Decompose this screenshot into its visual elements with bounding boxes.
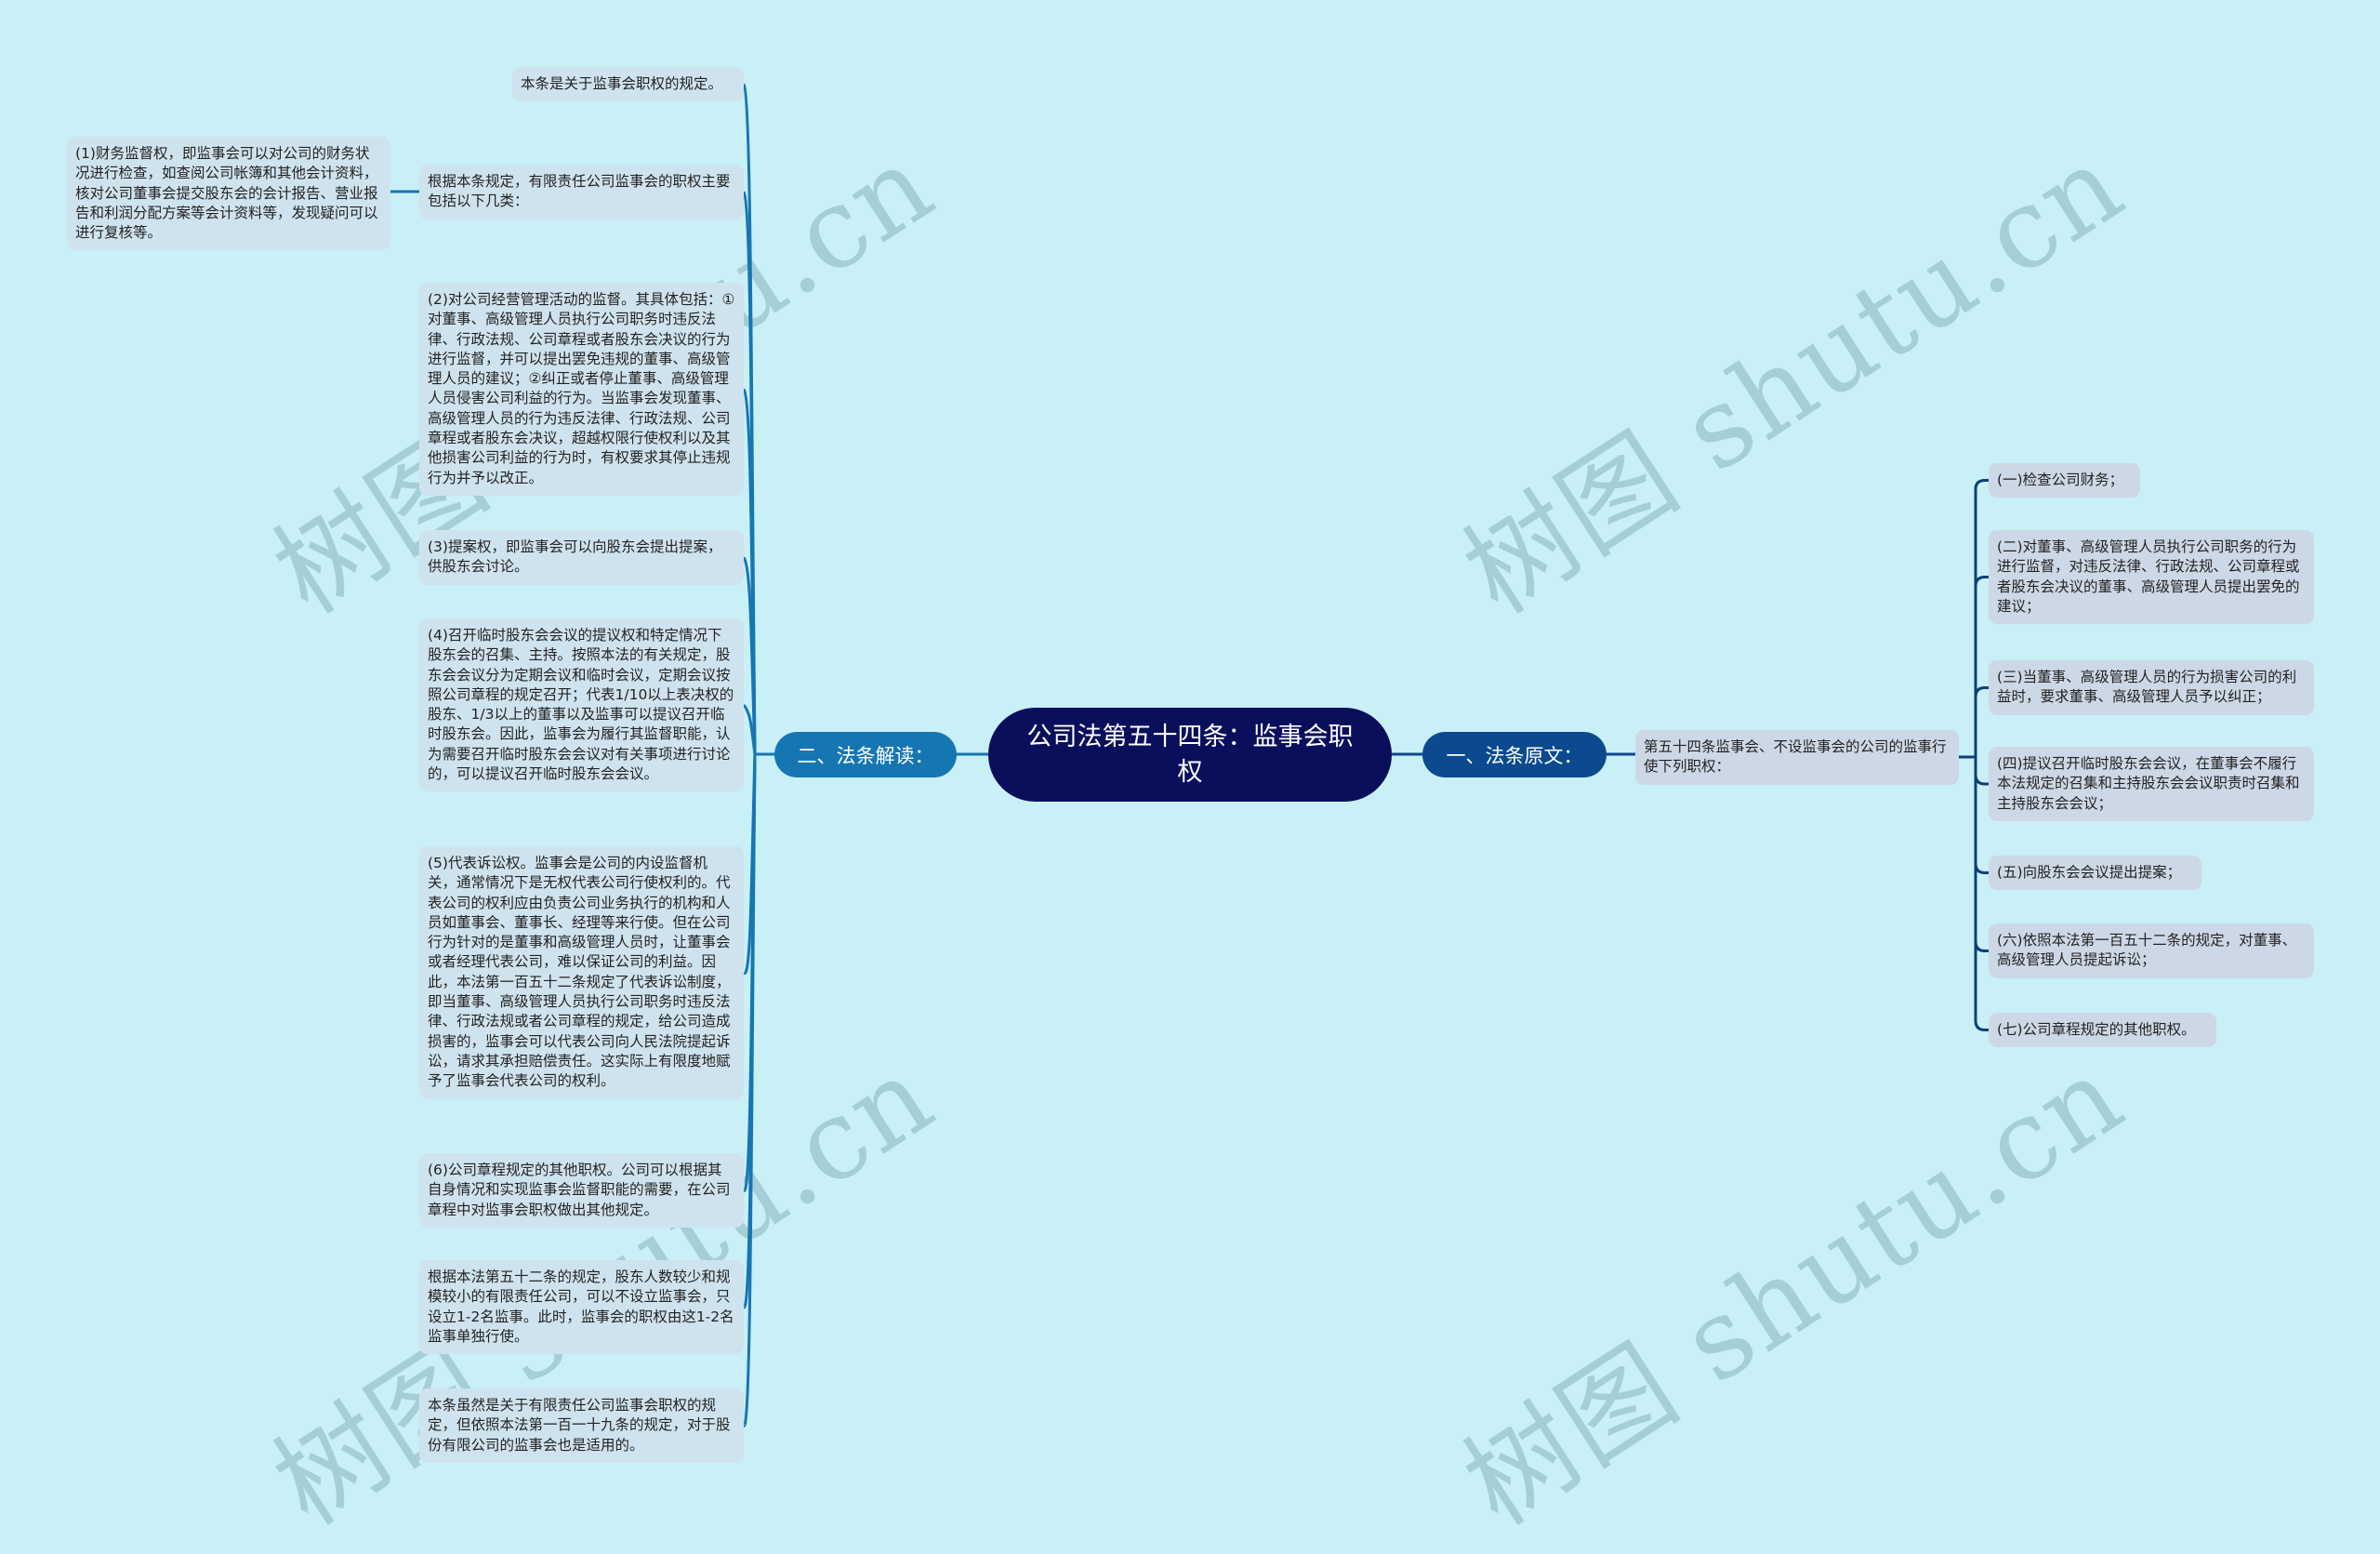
interpretation-item-text: 根据本法第五十二条的规定，股东人数较少和规模较小的有限责任公司，可以不设立监事会… <box>428 1268 734 1345</box>
law-item[interactable]: (五)向股东会会议提出提案； <box>1989 856 2202 891</box>
connector-left-item <box>742 753 757 1192</box>
law-item[interactable]: (四)提议召开临时股东会会议，在董事会不履行本法规定的召集和主持股东会会议职责时… <box>1989 747 2314 821</box>
law-text-node[interactable]: 第五十四条监事会、不设监事会的公司的监事行使下列职权： <box>1635 730 1959 785</box>
law-item[interactable]: (一)检查公司财务； <box>1989 463 2140 498</box>
interpretation-item-text: (3)提案权，即监事会可以向股东会提出提案，供股东会讨论。 <box>428 538 722 576</box>
interpretation-item[interactable]: 根据本法第五十二条的规定，股东人数较少和规模较小的有限责任公司，可以不设立监事会… <box>419 1260 744 1355</box>
law-item-text: (四)提议召开临时股东会会议，在董事会不履行本法规定的召集和主持股东会会议职责时… <box>1997 755 2300 812</box>
law-item-text: (六)依照本法第一百五十二条的规定，对董事、高级管理人员提起诉讼； <box>1997 932 2297 969</box>
interpretation-item-text: 本条虽然是关于有限责任公司监事会职权的规定，但依照本法第一百一十九条的规定，对于… <box>428 1397 731 1454</box>
interpretation-item[interactable]: (5)代表诉讼权。监事会是公司的内设监督机关，通常情况下是无权代表公司行使权利的… <box>419 846 744 1099</box>
connector-left-item <box>742 556 757 755</box>
sub-item-financial-supervision[interactable]: (1)财务监督权，即监事会可以对公司的财务状况进行检查，如查阅公司帐簿和其他会计… <box>67 137 390 251</box>
law-item[interactable]: (七)公司章程规定的其他职权。 <box>1989 1013 2216 1048</box>
interpretation-item[interactable]: 根据本条规定，有限责任公司监事会的职权主要包括以下几类： <box>419 165 744 219</box>
interpretation-item[interactable]: 本条是关于监事会职权的规定。 <box>512 67 744 102</box>
connector-left-item <box>742 83 757 755</box>
law-item[interactable]: (二)对董事、高级管理人员执行公司职务的行为进行监督，对违反法律、行政法规、公司… <box>1989 530 2314 625</box>
interpretation-item[interactable]: (4)召开临时股东会会议的提议权和特定情况下股东会的召集、主持。按照本法的有关规… <box>419 618 744 792</box>
law-item-text: (二)对董事、高级管理人员执行公司职务的行为进行监督，对违反法律、行政法规、公司… <box>1997 538 2300 615</box>
connector-right-item <box>1974 479 1989 757</box>
interpretation-item-text: (6)公司章程规定的其他职权。公司可以根据其自身情况和实现监事会监督职能的需要，… <box>428 1162 731 1218</box>
interpretation-item[interactable]: 本条虽然是关于有限责任公司监事会职权的规定，但依照本法第一百一十九条的规定，对于… <box>419 1388 744 1463</box>
root-node[interactable]: 公司法第五十四条：监事会职权 <box>988 708 1392 802</box>
interpretation-item-text: (2)对公司经营管理活动的监督。其具体包括：①对董事、高级管理人员执行公司职务时… <box>428 291 735 486</box>
interpretation-item-text: (4)召开临时股东会会议的提议权和特定情况下股东会的召集、主持。按照本法的有关规… <box>428 627 734 783</box>
connector-left-item <box>742 388 757 755</box>
branch-interpretation-label: 二、法条解读： <box>797 744 934 767</box>
interpretation-item-text: 根据本条规定，有限责任公司监事会的职权主要包括以下几类： <box>428 173 731 210</box>
law-item[interactable]: (六)依照本法第一百五十二条的规定，对董事、高级管理人员提起诉讼； <box>1989 923 2314 978</box>
connector-left-item <box>742 191 757 755</box>
interpretation-item[interactable]: (3)提案权，即监事会可以向股东会提出提案，供股东会讨论。 <box>419 530 744 585</box>
branch-original-text-label: 一、法条原文： <box>1446 744 1583 767</box>
law-item-text: (一)检查公司财务； <box>1997 472 2124 488</box>
law-item-text: (三)当董事、高级管理人员的行为损害公司的利益时，要求董事、高级管理人员予以纠正… <box>1997 669 2297 706</box>
law-item[interactable]: (三)当董事、高级管理人员的行为损害公司的利益时，要求董事、高级管理人员予以纠正… <box>1989 660 2314 715</box>
connector-left-item <box>742 753 757 1309</box>
interpretation-item-text: (5)代表诉讼权。监事会是公司的内设监督机关，通常情况下是无权代表公司行使权利的… <box>428 855 731 1090</box>
law-item-text: (五)向股东会会议提出提案； <box>1997 864 2182 881</box>
branch-interpretation[interactable]: 二、法条解读： <box>774 732 957 777</box>
connector-right-item <box>1974 757 1989 1031</box>
connector-left-item <box>742 704 757 755</box>
watermark: 树图 shutu.cn <box>1442 1030 2145 1549</box>
root-title: 公司法第五十四条：监事会职权 <box>1026 722 1354 787</box>
connector-right-item <box>1974 576 1989 757</box>
interpretation-item[interactable]: (6)公司章程规定的其他职权。公司可以根据其自身情况和实现监事会监督职能的需要，… <box>419 1153 744 1228</box>
connector-left-item <box>742 753 757 975</box>
connector-right-item <box>1974 757 1989 952</box>
interpretation-item-text: 本条是关于监事会职权的规定。 <box>521 75 723 92</box>
connector-right-item <box>1974 757 1989 786</box>
branch-original-text[interactable]: 一、法条原文： <box>1422 732 1606 777</box>
mindmap-canvas: 树图 shutu.cn 树图 shutu.cn 树图 shutu.cn 树图 s… <box>0 0 2380 1549</box>
law-item-text: (七)公司章程规定的其他职权。 <box>1997 1021 2196 1038</box>
connector-left-item <box>742 753 757 1428</box>
sub-item-text: (1)财务监督权，即监事会可以对公司的财务状况进行检查，如查阅公司帐簿和其他会计… <box>75 145 378 242</box>
connector-right-item <box>1974 757 1989 874</box>
interpretation-item[interactable]: (2)对公司经营管理活动的监督。其具体包括：①对董事、高级管理人员执行公司职务时… <box>419 283 744 496</box>
connector-right-item <box>1974 686 1989 757</box>
law-text: 第五十四条监事会、不设监事会的公司的监事行使下列职权： <box>1644 738 1947 776</box>
